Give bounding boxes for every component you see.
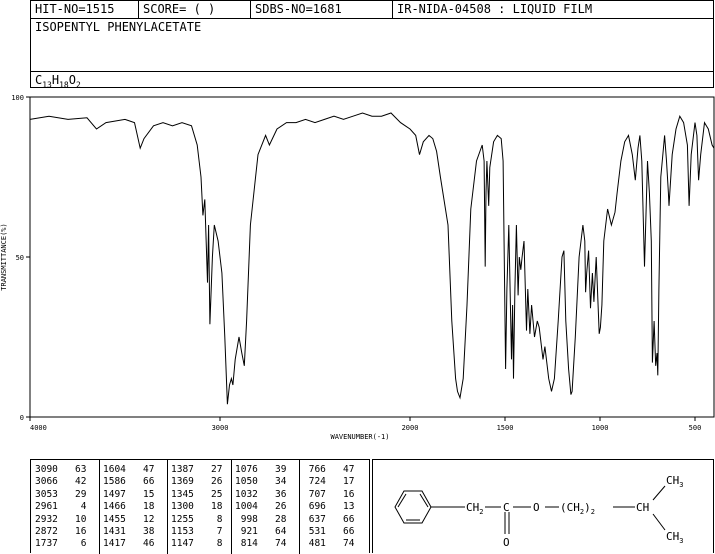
peak-entry: 998 28 <box>235 513 287 525</box>
y-tick-label: 0 <box>20 414 24 422</box>
peak-entry: 637 66 <box>303 513 355 525</box>
peak-entry: 1466 18 <box>103 501 155 513</box>
peak-entry: 2872 16 <box>35 526 87 538</box>
peak-entry: 696 13 <box>303 501 355 513</box>
y-tick-label: 50 <box>16 254 24 262</box>
peak-entry: 1455 12 <box>103 513 155 525</box>
x-tick-label: 1000 <box>592 424 609 432</box>
peak-entry: 766 47 <box>303 464 355 475</box>
ch3-top-label: CH3 <box>666 474 683 489</box>
ch-label: CH <box>636 501 649 514</box>
peak-column: 3090 63 3066 42 3053 29 2961 4 2932 10 2872 1… <box>35 464 86 551</box>
x-tick-label: 2000 <box>402 424 419 432</box>
y-tick-label: 100 <box>11 94 24 102</box>
carbonyl-carbon: C <box>503 501 510 514</box>
peak-entry: 1387 27 <box>171 464 223 475</box>
x-axis-label: WAVENUMBER(-1) <box>330 433 389 441</box>
column-divider <box>299 460 300 554</box>
peak-entry: 1417 46 <box>103 538 155 550</box>
peak-entry: 1004 26 <box>235 501 287 513</box>
x-tick-label: 500 <box>689 424 702 432</box>
ir-spectrum-chart: 0 50 100 4000 3000 2000 1500 1000 500 TRANSMITT… <box>0 94 715 441</box>
peak-entry: 1032 36 <box>235 488 287 500</box>
column-divider <box>231 460 232 554</box>
y-axis-label: TRANSMITTANCE(%) <box>0 223 8 290</box>
peak-entry: 1737 6 <box>35 538 87 550</box>
peak-entry: 1153 7 <box>171 526 223 538</box>
ester-oxygen: O <box>533 501 540 514</box>
peak-entry: 1147 8 <box>171 538 223 550</box>
carbonyl-oxygen: O <box>503 536 510 549</box>
peak-entry: 724 17 <box>303 476 355 488</box>
peak-entry: 481 74 <box>303 538 355 550</box>
peak-entry: 1431 38 <box>103 526 155 538</box>
peak-entry: 3053 29 <box>35 488 87 500</box>
peak-entry: 1076 39 <box>235 464 287 475</box>
column-divider <box>167 460 168 554</box>
peak-entry: 1255 8 <box>171 513 223 525</box>
peak-column: 766 47 724 17 707 16 696 13 637 66 531 6… <box>303 464 355 551</box>
peak-entry: 707 16 <box>303 488 355 500</box>
x-tick-label: 4000 <box>30 424 47 432</box>
x-tick-label: 3000 <box>212 424 229 432</box>
peak-column: 1604 47 1586 66 1497 15 1466 18 1455 12 1431 … <box>103 464 154 551</box>
peak-table: 3090 63 3066 42 3053 29 2961 4 2932 10 2872 1… <box>30 459 370 554</box>
peak-entry: 814 74 <box>235 538 287 550</box>
peak-entry: 1497 15 <box>103 488 155 500</box>
peak-column: 1387 27 1369 26 1345 25 1300 18 1255 8 1153 7… <box>171 464 222 551</box>
peak-column: 1076 39 1050 34 1032 36 1004 26 998 28 921 … <box>235 464 286 551</box>
peak-entry: 1604 47 <box>103 464 155 475</box>
plot-frame <box>29 96 715 418</box>
ch3-bottom-label: CH3 <box>666 530 683 545</box>
peak-entry: 1586 66 <box>103 476 155 488</box>
spectrum-line <box>29 112 715 405</box>
peak-entry: 1300 18 <box>171 501 223 513</box>
structure-drawing: CH2 C O O (CH2)2 CH CH3 CH3 <box>394 474 683 549</box>
peak-entry: 531 66 <box>303 526 355 538</box>
peak-entry: 1050 34 <box>235 476 287 488</box>
peak-entry: 3090 63 <box>35 464 87 475</box>
ch2-label: CH2 <box>466 501 483 516</box>
column-divider <box>99 460 100 554</box>
peak-entry: 2932 10 <box>35 513 87 525</box>
peak-entry: 921 64 <box>235 526 287 538</box>
peak-entry: 2961 4 <box>35 501 87 513</box>
peak-entry: 1369 26 <box>171 476 223 488</box>
peak-entry: 1345 25 <box>171 488 223 500</box>
benzene-ring-icon <box>394 485 666 534</box>
peak-entry: 3066 42 <box>35 476 87 488</box>
x-tick-label: 1500 <box>497 424 514 432</box>
structure-box: CH2 C O O (CH2)2 CH CH3 CH3 <box>372 459 714 553</box>
chain-label: (CH2)2 <box>560 501 595 516</box>
